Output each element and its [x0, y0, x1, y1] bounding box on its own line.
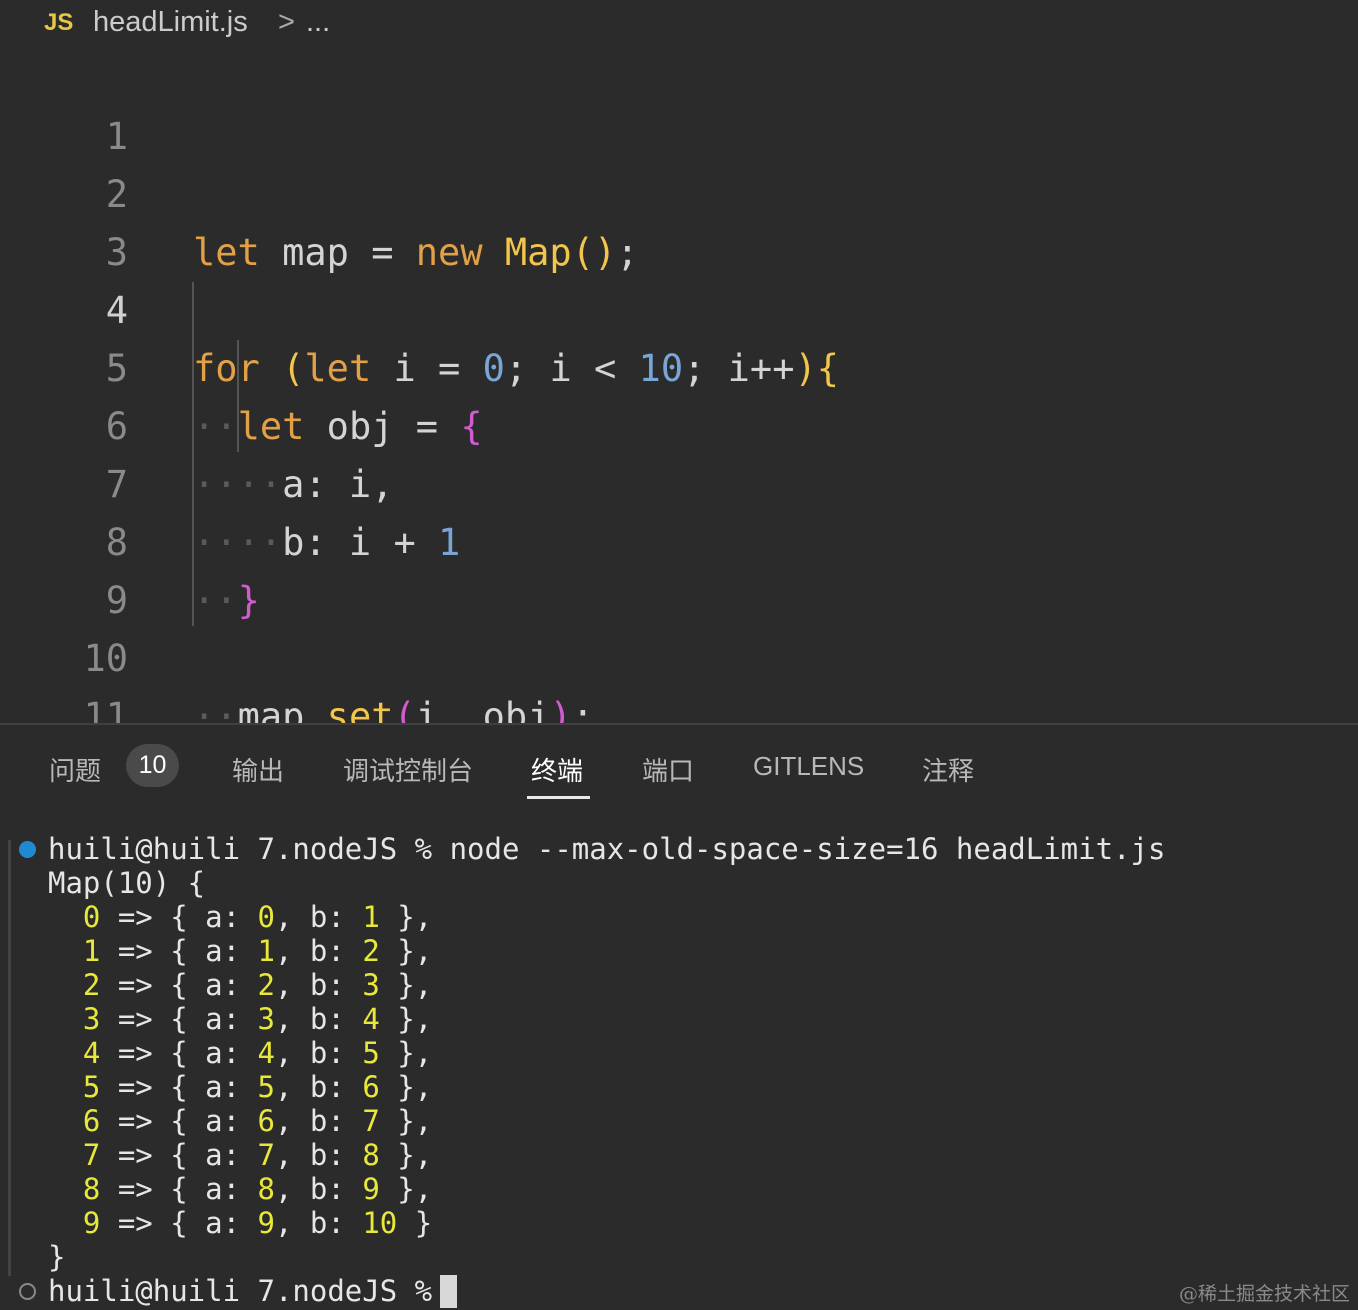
- terminal-map-entry: 0 => { a: 0, b: 1 },: [82, 900, 433, 934]
- breadcrumb-filename[interactable]: headLimit.js: [93, 6, 248, 39]
- command-decoration-bar: [8, 840, 11, 1276]
- chevron-right-icon: >: [278, 6, 295, 38]
- terminal-map-entry: 3 => { a: 3, b: 4 },: [82, 1002, 433, 1036]
- code-line: 1: [0, 50, 1358, 158]
- terminal-map-entry: 6 => { a: 6, b: 7 },: [82, 1104, 433, 1138]
- terminal-command-line: huili@huili 7.nodeJS % node --max-old-sp…: [48, 832, 1165, 866]
- tab-debug-console[interactable]: 调试控制台: [343, 751, 473, 788]
- breadcrumb: JS headLimit.js > ...: [0, 0, 1358, 50]
- terminal-current-prompt: huili@huili 7.nodeJS %: [48, 1274, 450, 1308]
- terminal-cursor: [440, 1275, 457, 1308]
- code-line: 10 ··map.set(i, obj);: [0, 572, 1358, 723]
- tab-comments[interactable]: 注释: [922, 751, 974, 788]
- terminal-prompt: huili@huili 7.nodeJS %: [48, 832, 450, 866]
- tab-gitlens[interactable]: GITLENS: [753, 751, 864, 782]
- terminal-map-entry: 9 => { a: 9, b: 10 }: [82, 1206, 433, 1240]
- breadcrumb-symbol[interactable]: ...: [306, 6, 330, 39]
- active-tab-indicator: [527, 796, 590, 799]
- code-line: 11 }: [0, 630, 1358, 723]
- tab-terminal[interactable]: 终端: [531, 751, 583, 788]
- panel-tabs: 问题 10 输出 调试控制台 终端 端口 GITLENS 注释: [0, 725, 1358, 810]
- js-file-icon: JS: [44, 9, 74, 36]
- terminal-output-footer: }: [48, 1240, 66, 1274]
- code-editor[interactable]: 1 2 let map = new Map(); 3 4 for (let i …: [0, 50, 1358, 723]
- code-line: 9: [0, 514, 1358, 622]
- code-line: 7 ····b: i + 1: [0, 398, 1358, 564]
- command-pending-dot-icon[interactable]: [19, 1283, 36, 1300]
- tab-output[interactable]: 输出: [232, 751, 284, 788]
- code-line: 6 ····a: i,: [0, 340, 1358, 506]
- terminal[interactable]: huili@huili 7.nodeJS % node --max-old-sp…: [0, 830, 1358, 1310]
- code-line: 4 for (let i = 0; i < 10; i++){: [0, 224, 1358, 390]
- problems-count-badge: 10: [126, 744, 179, 787]
- tab-problems[interactable]: 问题: [49, 751, 101, 788]
- code-line: 5 ··let obj = {: [0, 282, 1358, 448]
- terminal-map-entry: 8 => { a: 8, b: 9 },: [82, 1172, 433, 1206]
- code-line: 3: [0, 166, 1358, 274]
- command-success-dot-icon[interactable]: [19, 841, 36, 858]
- watermark: @稀土掘金技术社区: [1178, 1283, 1350, 1305]
- code-line: 12: [0, 688, 1358, 723]
- code-line: 8 ··}: [0, 456, 1358, 622]
- terminal-map-entry: 4 => { a: 4, b: 5 },: [82, 1036, 433, 1070]
- code-line: 2 let map = new Map();: [0, 108, 1358, 274]
- terminal-map-entry: 7 => { a: 7, b: 8 },: [82, 1138, 433, 1172]
- tab-ports[interactable]: 端口: [642, 751, 694, 788]
- terminal-map-entry: 2 => { a: 2, b: 3 },: [82, 968, 433, 1002]
- terminal-command: node --max-old-space-size=16 headLimit.j…: [449, 832, 1166, 866]
- terminal-output-header: Map(10) {: [48, 866, 206, 900]
- terminal-map-entry: 5 => { a: 5, b: 6 },: [82, 1070, 433, 1104]
- terminal-map-entry: 1 => { a: 1, b: 2 },: [82, 934, 433, 968]
